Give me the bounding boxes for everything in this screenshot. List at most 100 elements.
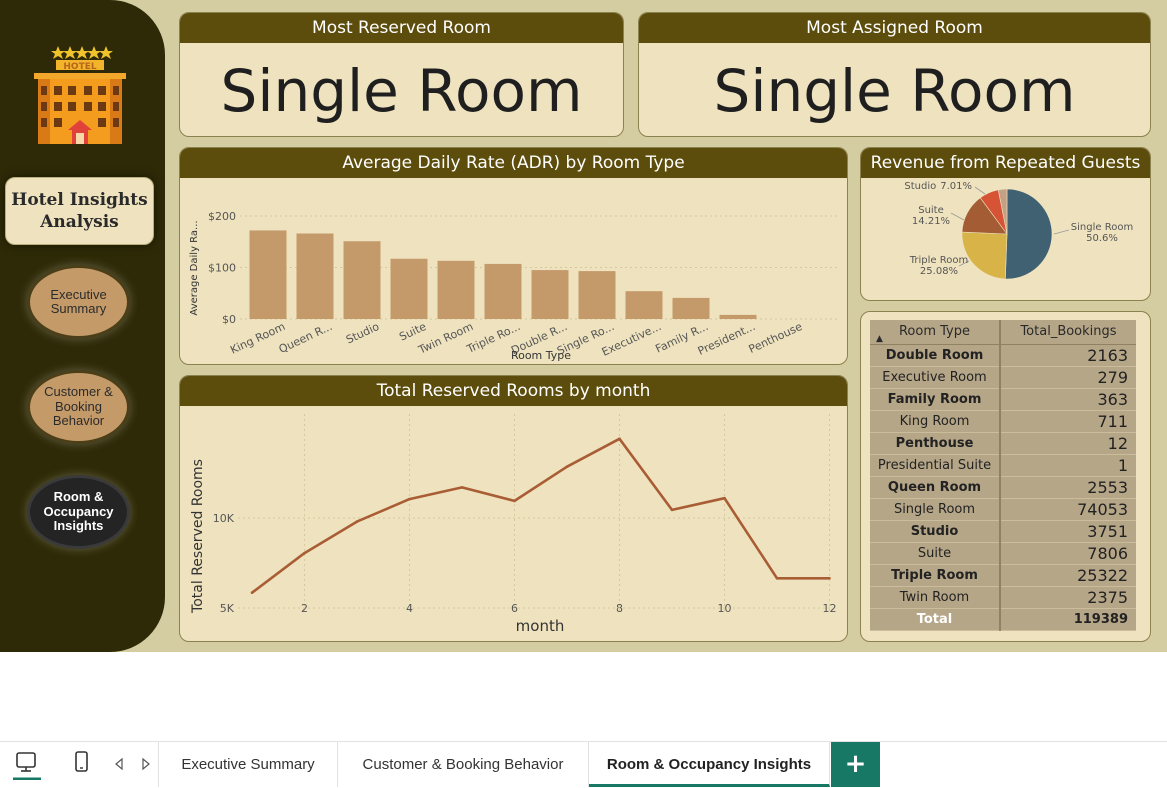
y-tick-label: 10K [213, 512, 235, 525]
room-type-cell: Queen Room [870, 476, 1001, 499]
pie-slice [961, 231, 1008, 280]
kpi-most-assigned-card: Most Assigned Room Single Room [638, 12, 1151, 137]
y-tick-label: $100 [208, 262, 236, 275]
table-row[interactable]: Studio 3751 [870, 520, 1136, 543]
nav-label-line: Occupancy [43, 503, 114, 519]
bar [296, 233, 334, 319]
total-bookings-cell: 279 [1000, 366, 1136, 389]
kpi-most-reserved-card: Most Reserved Room Single Room [179, 12, 624, 137]
sidebar: HOTEL Hotel Insights Analysis Executive … [0, 0, 165, 652]
total-bookings-cell: 363 [1000, 388, 1136, 411]
next-page-button[interactable] [139, 756, 153, 772]
bar [343, 241, 381, 319]
y-tick-label: $0 [222, 313, 236, 326]
nav-room-occupancy-button[interactable]: Room & Occupancy Insights [27, 475, 130, 549]
x-axis-title: Room Type [511, 349, 571, 362]
pie-leader-line [950, 212, 965, 221]
total-bookings-cell: 2553 [1000, 476, 1136, 499]
total-bookings-cell: 2163 [1000, 344, 1136, 367]
total-label-cell: Total [870, 608, 1001, 631]
bar [531, 270, 569, 319]
table-header-total-bookings[interactable]: Total_Bookings [1000, 320, 1136, 345]
line-point [618, 437, 621, 441]
nav-label-line: Customer & [44, 384, 113, 400]
chevron-left-icon [115, 757, 123, 771]
nav-label-line: Behavior [52, 413, 105, 429]
table-header-room-type[interactable]: Room Type ▲ [870, 320, 1001, 345]
table-row[interactable]: Suite 7806 [870, 542, 1136, 565]
tab-room-occupancy-insights[interactable]: Room & Occupancy Insights [589, 742, 830, 787]
line-point [565, 465, 569, 468]
table-row[interactable]: Executive Room 279 [870, 366, 1136, 389]
room-type-cell: Presidential Suite [870, 454, 1001, 477]
table-row[interactable]: King Room 711 [870, 410, 1136, 433]
total-bookings-cell: 3751 [1000, 520, 1136, 543]
bar [249, 230, 287, 319]
adr-chart-title: Average Daily Rate (ADR) by Room Type [180, 148, 847, 178]
tab-executive-summary[interactable]: Executive Summary [159, 742, 338, 787]
pie-label-pct: 50.6% [1086, 233, 1118, 244]
pie-leader-line [974, 186, 986, 195]
room-type-cell: Suite [870, 542, 1001, 565]
nav-customer-booking-button[interactable]: Customer & Booking Behavior [27, 370, 130, 444]
table-row[interactable]: Double Room 2163 [870, 344, 1136, 367]
x-tick-label: Penthouse [747, 320, 805, 356]
nav-label-line: Booking [55, 398, 102, 414]
table-row[interactable]: Presidential Suite 1 [870, 454, 1136, 477]
table-row[interactable]: Single Room 74053 [870, 498, 1136, 521]
x-tick-label: King Room [228, 320, 287, 357]
total-bookings-cell: 12 [1000, 432, 1136, 455]
total-value-cell: 119389 [1000, 608, 1136, 631]
table-row[interactable]: Twin Room 2375 [870, 586, 1136, 609]
bookings-table: Room Type ▲ Total_Bookings Double Room 21… [870, 320, 1136, 631]
desktop-layout-button[interactable] [12, 750, 42, 781]
total-bookings-cell: 74053 [1000, 498, 1136, 521]
line-point [670, 508, 674, 512]
total-bookings-cell: 2375 [1000, 586, 1136, 609]
adr-bar-chart: $0 $100 $200 King RoomQueen R... Studio Suite… [189, 210, 837, 362]
x-axis-title: month [516, 617, 565, 635]
room-type-cell: King Room [870, 410, 1001, 433]
line-point [408, 497, 411, 501]
nav-label-line: Room & [53, 489, 104, 505]
table-total-row: Total 119389 [870, 608, 1136, 631]
table-row[interactable]: Triple Room 25322 [870, 564, 1136, 587]
room-type-cell: Double Room [870, 344, 1001, 367]
table-row[interactable]: Family Room 363 [870, 388, 1136, 411]
total-bookings-cell: 7806 [1000, 542, 1136, 565]
tab-customer-booking-behavior[interactable]: Customer & Booking Behavior [338, 742, 589, 787]
mobile-layout-button[interactable] [70, 750, 94, 780]
nav-executive-summary-button[interactable]: Executive Summary [27, 265, 130, 339]
kpi-most-assigned-value: Single Room [713, 57, 1076, 125]
header-label: Room Type [898, 324, 970, 340]
table-row[interactable]: Queen Room 2553 [870, 476, 1136, 499]
pie-label-pct: 7.01% [940, 181, 972, 192]
bar [672, 297, 710, 319]
line-point [513, 499, 516, 503]
total-bookings-cell: 1 [1000, 454, 1136, 477]
y-axis-title: Total Reserved Rooms [190, 459, 206, 614]
line-point [460, 486, 464, 489]
room-type-cell: Penthouse [870, 432, 1001, 455]
line-series [251, 437, 830, 594]
kpi-most-assigned-title: Most Assigned Room [639, 13, 1150, 43]
bar [484, 263, 522, 319]
line-point [828, 577, 831, 580]
repeat-guest-revenue-title: Revenue from Repeated Guests [861, 148, 1150, 178]
y-axis-title: Average Daily Ra... [189, 220, 200, 315]
room-type-cell: Family Room [870, 388, 1001, 411]
bar [625, 291, 663, 319]
report-canvas: HOTEL Hotel Insights Analysis Executive … [0, 0, 1167, 652]
pie-leader-line [1053, 229, 1070, 235]
room-type-cell: Single Room [870, 498, 1001, 521]
table-row[interactable]: Penthouse 12 [870, 432, 1136, 455]
add-page-button[interactable]: + [831, 742, 880, 787]
svg-text:HOTEL: HOTEL [63, 62, 96, 72]
pie-label-name: Triple Room [909, 255, 968, 266]
repeat-guest-pie-chart: Single Room50.6% Triple Room25.08% Suite14… [904, 181, 1133, 280]
dashboard-title-line2: Analysis [40, 212, 119, 232]
pie-label-name: Suite [918, 205, 944, 216]
line-point [355, 520, 359, 523]
previous-page-button[interactable] [112, 756, 126, 772]
room-type-cell: Executive Room [870, 366, 1001, 389]
